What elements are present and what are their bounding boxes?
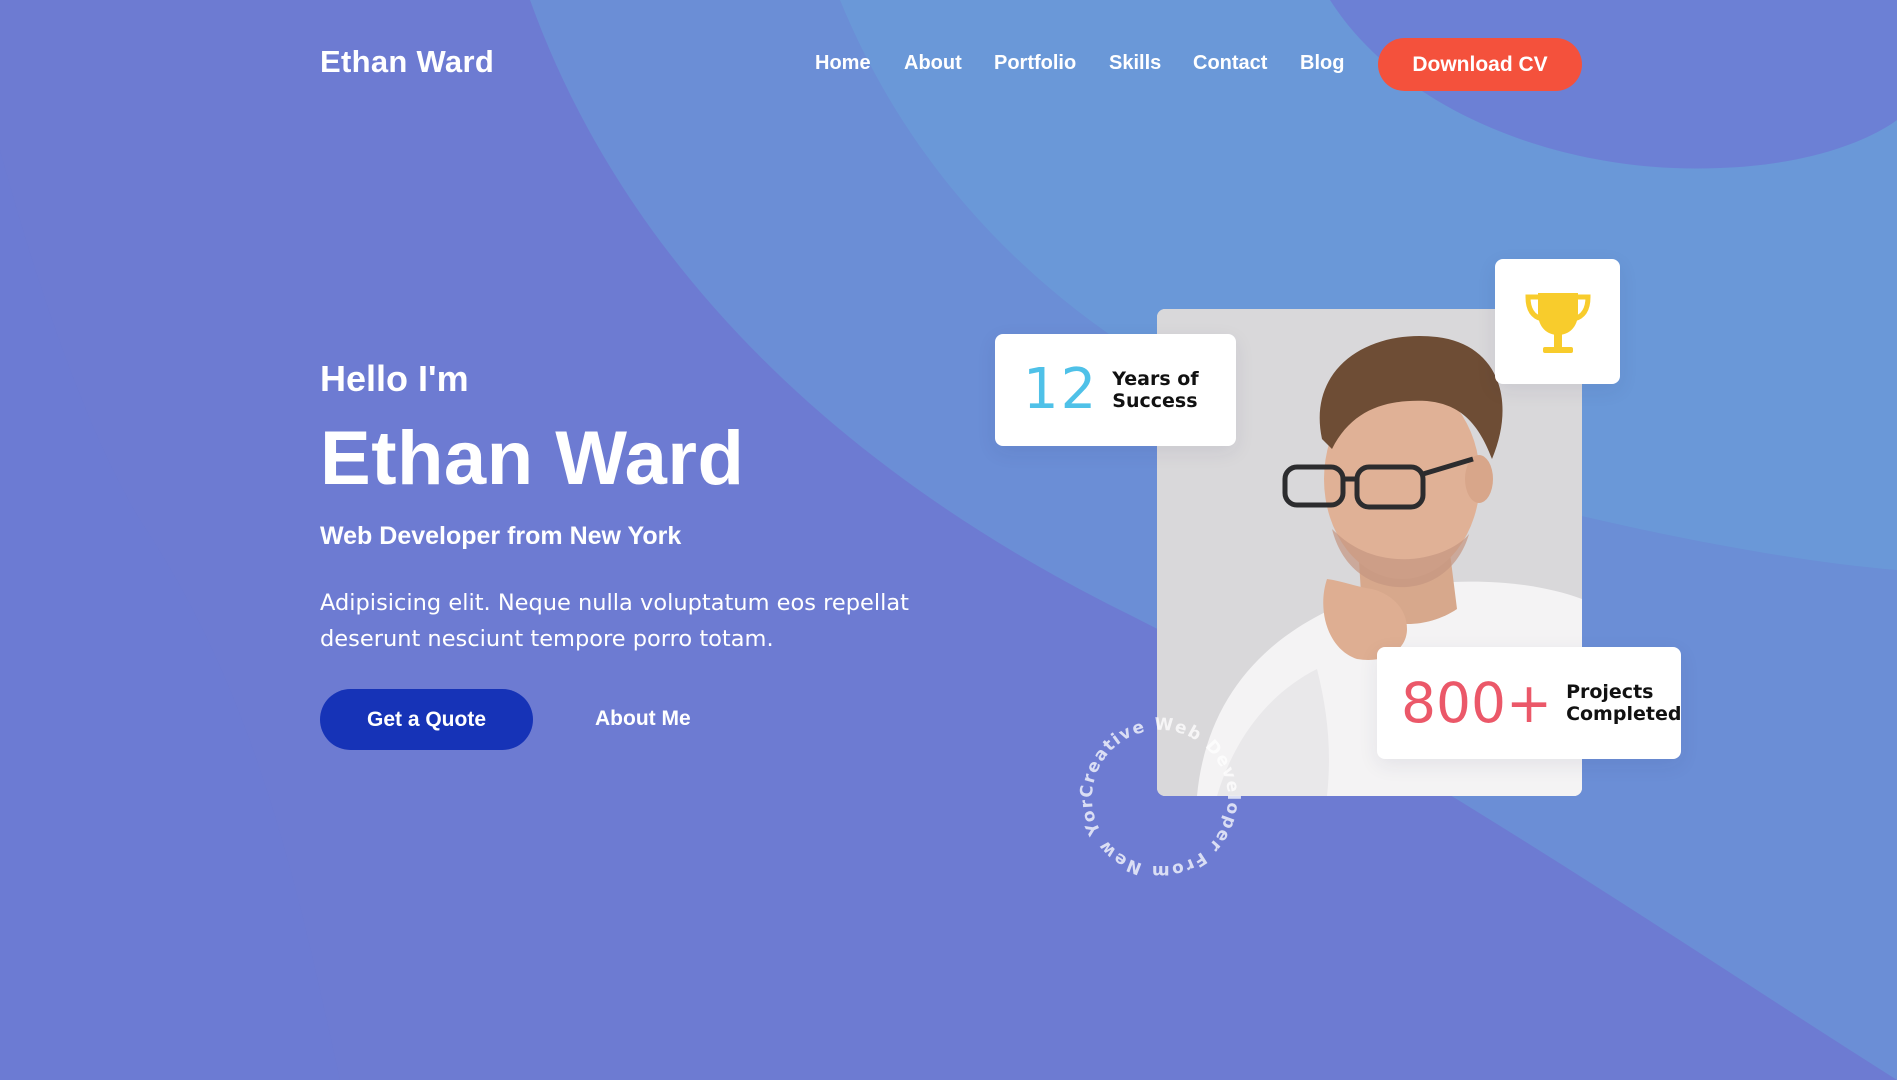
years-label: Years of Success [1112,368,1198,412]
circular-text-badge: Creative Web Developer From New York [1075,713,1243,881]
years-of-success-card: 12 Years of Success [995,334,1236,446]
trophy-card [1495,259,1620,384]
years-label-line2: Success [1112,390,1198,412]
projects-completed-card: 800+ Projects Completed [1377,647,1681,759]
trophy-icon [1524,292,1591,353]
hero-greeting: Hello I'm [320,358,469,399]
projects-value: 800+ [1401,670,1553,735]
hero-description: Adipisicing elit. Neque nulla voluptatum… [320,590,909,652]
circular-text: Creative Web Developer From New York [1075,713,1241,881]
nav-item-skills[interactable]: Skills [1109,52,1161,75]
nav-item-home[interactable]: Home [815,52,871,75]
get-a-quote-button[interactable]: Get a Quote [320,689,533,750]
hero-tagline: Web Developer from New York [320,522,682,550]
nav-item-blog[interactable]: Blog [1300,52,1344,75]
nav-item-contact[interactable]: Contact [1193,52,1267,75]
years-value: 12 [1023,357,1099,422]
svg-text:Creative Web Developer From Ne: Creative Web Developer From New York [1075,713,1243,881]
projects-label: Projects Completed [1566,681,1681,725]
download-cv-button[interactable]: Download CV [1378,38,1582,91]
site-logo[interactable]: Ethan Ward [320,44,494,80]
years-label-line1: Years of [1112,368,1199,390]
projects-label-line2: Completed [1566,703,1682,725]
projects-label-line1: Projects [1566,681,1654,703]
hero-name: Ethan Ward [320,416,745,501]
hero-background [0,0,1897,1080]
about-me-link[interactable]: About Me [595,707,691,731]
nav-item-about[interactable]: About [904,52,962,75]
nav-item-portfolio[interactable]: Portfolio [994,52,1076,75]
